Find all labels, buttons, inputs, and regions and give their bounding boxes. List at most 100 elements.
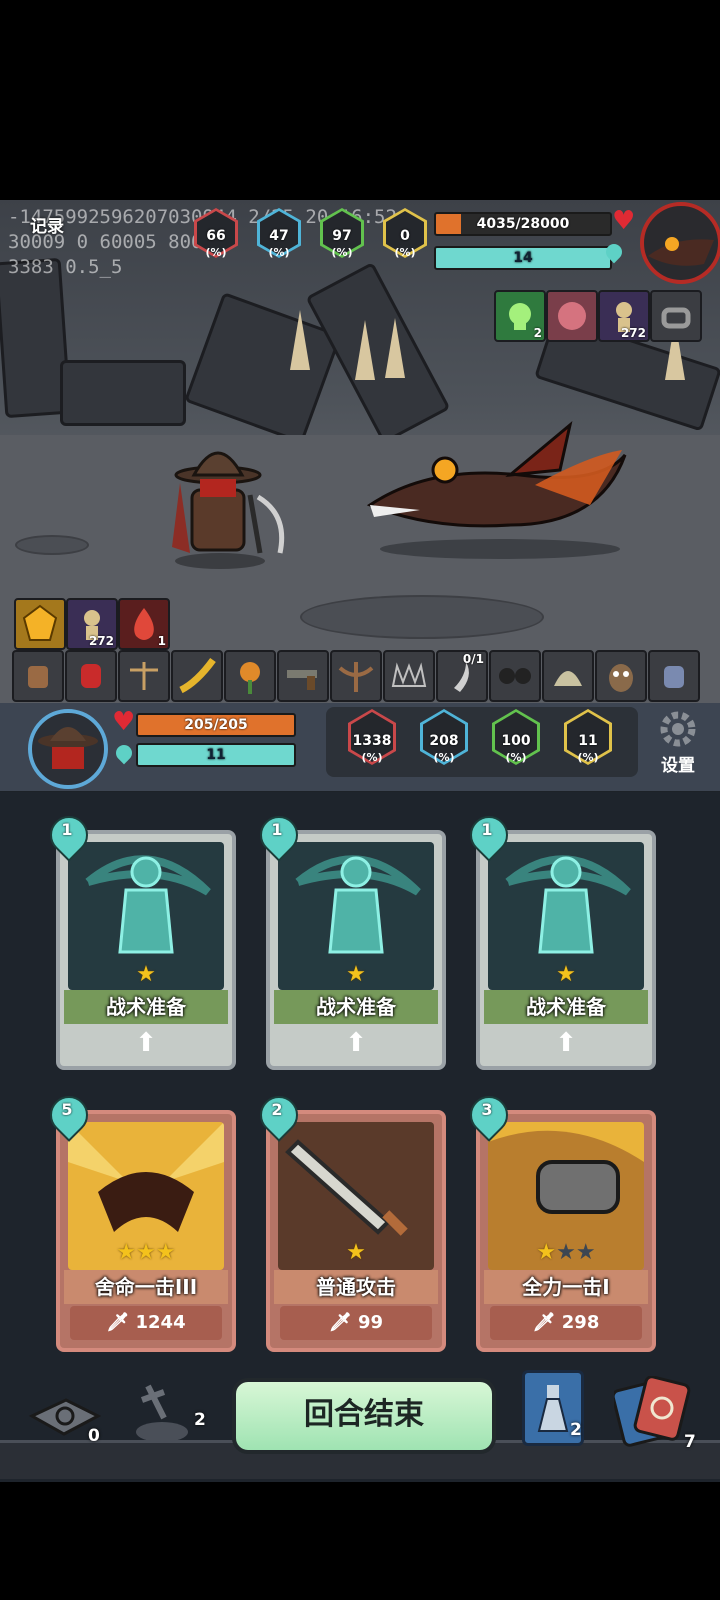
upgrade-arrow-icon: ⬆ — [345, 1028, 367, 1058]
enemy-stats: 66 (%) 47 (%) 97 (%) 0 (%) — [186, 208, 427, 268]
card-tactical-prep[interactable]: ★ 战术准备 ⬆ 1 — [462, 808, 656, 1070]
equipment-bar: 0/1 — [12, 650, 712, 702]
energy-cost: 1 — [252, 808, 306, 862]
claw-gauntlet-icon — [28, 666, 48, 688]
settings-label: 设置 — [661, 756, 695, 776]
enemy-buff[interactable]: 2 — [494, 290, 546, 342]
equipment-slot[interactable] — [383, 650, 435, 702]
bone-spike — [385, 318, 405, 378]
cost-value: 1 — [271, 820, 283, 839]
enemy-energy-text: 14 — [513, 250, 533, 266]
card-name: 战术准备 — [484, 990, 648, 1024]
equipment-slot[interactable] — [595, 650, 647, 702]
stat-unit: (%) — [331, 246, 353, 259]
card-name: 全力一击I — [484, 1270, 648, 1304]
card-desperate-strike[interactable]: ★★★ 舍命一击III 🗡 1244 5 — [42, 1088, 236, 1352]
empty-star-icon: ★ — [575, 1240, 596, 1265]
equipment-count: 0/1 — [462, 652, 484, 666]
enemy-portrait[interactable] — [640, 202, 720, 284]
player-energy-text: 11 — [206, 747, 226, 763]
stat-value: 97 — [332, 228, 352, 244]
energy-flame-icon — [112, 741, 136, 765]
card-normal-attack[interactable]: ★ 普通攻击 🗡 99 2 — [252, 1088, 446, 1352]
magic-glove-icon — [664, 666, 684, 688]
enemy-buff[interactable]: 272 — [598, 290, 650, 342]
card-name: 普通攻击 — [274, 1270, 438, 1304]
card-stars: ★★★ — [60, 1240, 232, 1265]
card-full-strike[interactable]: ★★★ 全力一击I 🗡 298 3 — [462, 1088, 656, 1352]
star-icon: ★ — [136, 962, 156, 987]
star-icon: ★ — [346, 962, 366, 987]
player-portrait[interactable] — [28, 709, 108, 789]
buff-count: 2 — [533, 326, 542, 340]
cost-value: 2 — [271, 1100, 283, 1119]
equipment-slot[interactable]: 0/1 — [436, 650, 488, 702]
enemy-buff[interactable] — [650, 290, 702, 342]
red-glove-icon — [81, 664, 101, 688]
equipment-slot[interactable] — [118, 650, 170, 702]
star-icon: ★ — [155, 1240, 176, 1265]
player-stats: 1338 (%) 208 (%) 100 (%) 11 (%) — [326, 707, 638, 777]
player-panel: ♥ 205/205 11 1338 (%) 208 (%) 100 (%) 11… — [0, 703, 720, 794]
card-stars: ★ — [270, 962, 442, 987]
equipment-slot[interactable] — [171, 650, 223, 702]
sword-damage-icon: 🗡 — [532, 1312, 562, 1333]
equipment-slot[interactable] — [12, 650, 64, 702]
graveyard-count: 2 — [194, 1410, 206, 1430]
shackle-icon — [661, 307, 691, 329]
equipment-slot[interactable] — [65, 650, 117, 702]
energy-cost: 3 — [462, 1088, 516, 1142]
equipment-slot[interactable] — [224, 650, 276, 702]
equipment-slot[interactable] — [277, 650, 329, 702]
buff-count: 1 — [157, 634, 166, 648]
card-tactical-prep[interactable]: ★ 战术准备 ⬆ 1 — [42, 808, 236, 1070]
trap-icon — [391, 662, 427, 687]
bone-spike — [290, 310, 310, 370]
enemy-hp-text: 4035/28000 — [476, 216, 570, 232]
upgrade-arrow-icon: ⬆ — [555, 1028, 577, 1058]
settings-button[interactable]: 设置 — [648, 707, 708, 783]
equipment-slot[interactable] — [330, 650, 382, 702]
card-stars: ★ — [60, 962, 232, 987]
stat-unit: (%) — [577, 751, 599, 764]
dragon-enemy-sprite[interactable] — [360, 415, 640, 560]
card-damage: 🗡 1244 — [70, 1306, 222, 1340]
monster-face-icon — [558, 302, 586, 330]
stat-value: 66 — [206, 228, 226, 244]
gear-icon — [660, 711, 696, 747]
owl-icon — [609, 664, 633, 692]
pistol-icon — [287, 670, 317, 690]
heart-icon: ♥ — [112, 707, 136, 737]
enemy-buff[interactable] — [546, 290, 598, 342]
damage-value: 1244 — [135, 1312, 186, 1333]
stat-value: 47 — [269, 228, 289, 244]
stat-unit: (%) — [394, 246, 416, 259]
equipment-slot[interactable] — [542, 650, 594, 702]
stat-unit: (%) — [361, 751, 383, 764]
gem-icon — [22, 604, 58, 641]
equipment-slot[interactable] — [648, 650, 700, 702]
end-turn-button[interactable]: 回合结束 — [232, 1378, 496, 1454]
cost-value: 1 — [61, 820, 73, 839]
record-button[interactable]: 记录 — [30, 212, 64, 237]
equipment-slot[interactable] — [489, 650, 541, 702]
player-buff[interactable]: 272 — [66, 598, 118, 650]
player-buff[interactable]: 1 — [118, 598, 170, 650]
buff-count: 272 — [88, 634, 114, 648]
graveyard-button[interactable] — [128, 1378, 198, 1444]
hero-sprite[interactable] — [160, 435, 290, 570]
damage-value: 99 — [358, 1312, 384, 1333]
energy-cost: 5 — [42, 1088, 96, 1142]
damage-value: 298 — [561, 1312, 600, 1333]
star-icon: ★ — [536, 1240, 557, 1265]
star-icon: ★ — [346, 1240, 366, 1265]
draw-pile-count: 7 — [684, 1432, 696, 1452]
cost-value: 1 — [481, 820, 493, 839]
card-name: 舍命一击III — [64, 1270, 228, 1304]
player-buff[interactable] — [14, 598, 66, 650]
card-tactical-prep[interactable]: ★ 战术准备 ⬆ 1 — [252, 808, 446, 1070]
card-name: 战术准备 — [64, 990, 228, 1024]
crossbow-icon — [338, 662, 374, 692]
potion-count: 2 — [570, 1420, 582, 1440]
stat-unit: (%) — [505, 751, 527, 764]
